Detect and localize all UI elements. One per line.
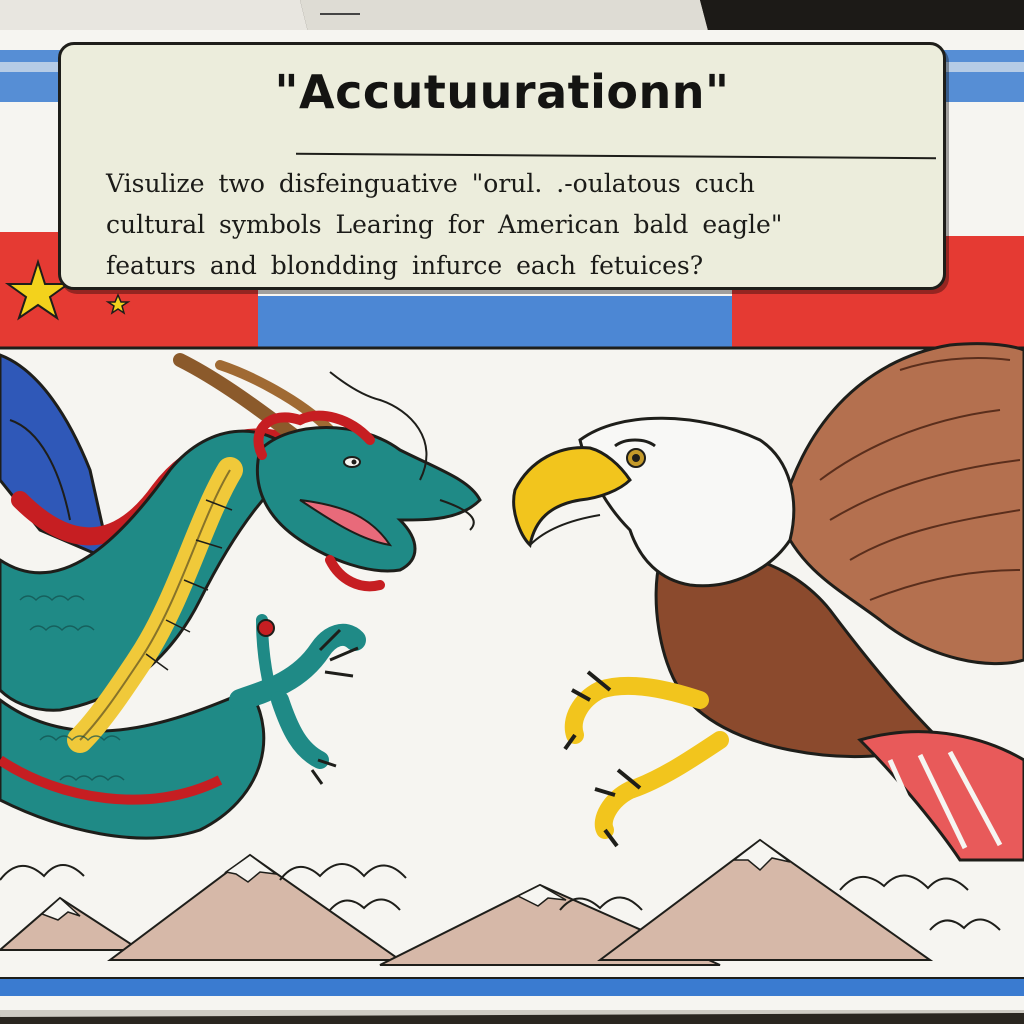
body-line-1: Visulize two disfeinguative "orul. .-oul… [106, 169, 755, 198]
body-line-3: featurs and blondding infurce each fetui… [106, 251, 704, 280]
body-line-2: cultural symbols Learing for American ba… [106, 210, 783, 239]
poster-body: Visulize two disfeinguative "orul. .-oul… [106, 163, 893, 286]
poster-title: "Accutuurationn" [274, 65, 730, 119]
photo-scene: "Accutuurationn" Visulize two disfeingua… [0, 0, 1024, 1024]
title-underline [296, 152, 936, 160]
title-card: "Accutuurationn" Visulize two disfeingua… [58, 42, 946, 290]
